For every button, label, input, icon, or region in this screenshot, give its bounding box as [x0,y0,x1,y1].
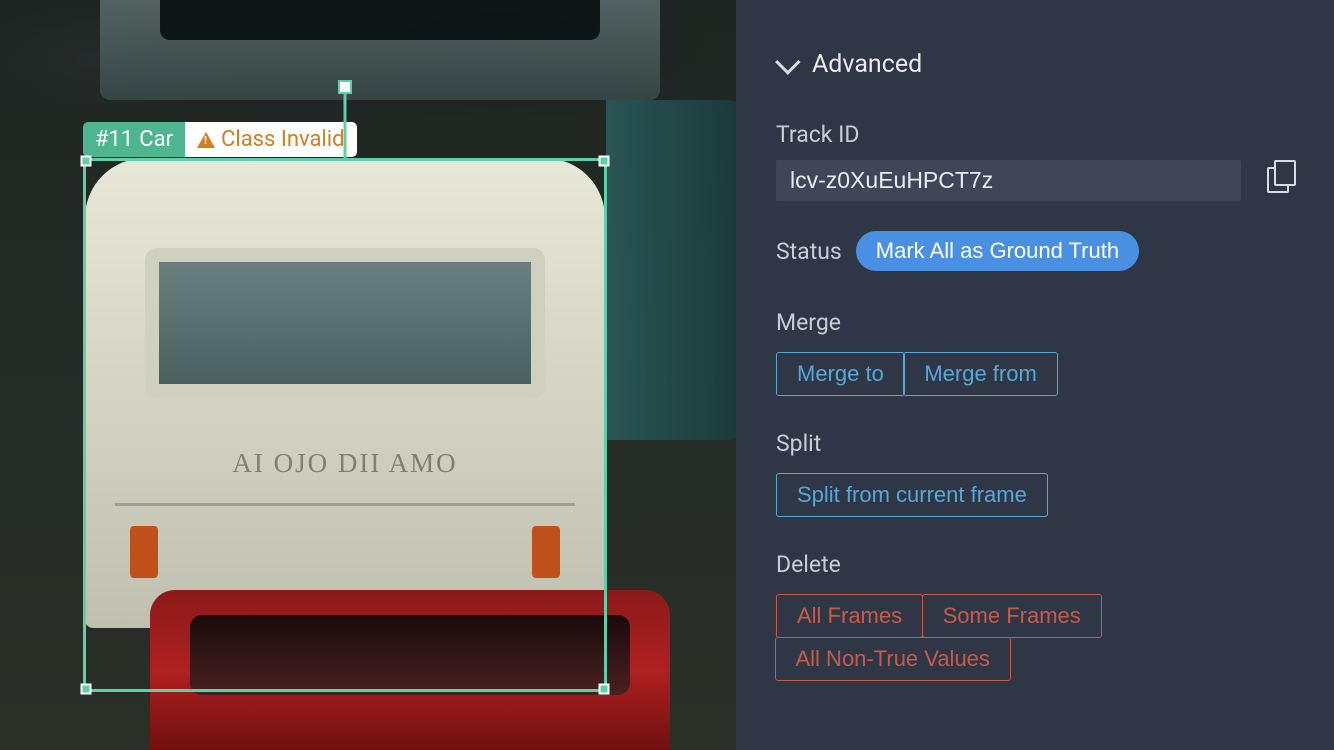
properties-panel: Advanced Track ID Status Mark All as Gro… [736,0,1334,750]
section-title: Advanced [812,50,922,79]
class-invalid-warning[interactable]: Class Invalid [185,122,357,157]
delete-all-frames-button[interactable]: All Frames [776,594,923,638]
track-id-input[interactable] [776,160,1241,201]
warning-text: Class Invalid [221,127,345,152]
resize-handle-top-left[interactable] [81,156,92,167]
scene-backdrop: AI OJO DII AMO [0,0,736,750]
track-id-label: Track ID [776,121,1314,148]
merge-to-button[interactable]: Merge to [776,352,905,396]
merge-from-button[interactable]: Merge from [903,352,1057,396]
annotation-canvas[interactable]: AI OJO DII AMO #11 Car Class Invalid [0,0,736,750]
object-id-tag[interactable]: #11 Car [83,122,185,157]
split-from-frame-button[interactable]: Split from current frame [776,473,1048,517]
delete-non-true-button[interactable]: All Non-True Values [775,637,1011,681]
delete-some-frames-button[interactable]: Some Frames [922,594,1102,638]
delete-label: Delete [776,551,1314,578]
resize-handle-bottom-right[interactable] [599,684,610,695]
object-class: Car [139,127,173,152]
split-label: Split [776,430,1314,457]
advanced-section-toggle[interactable]: Advanced [776,50,1314,79]
object-id: #11 [95,127,133,152]
bbox-label-group: #11 Car Class Invalid [83,122,357,157]
copy-icon[interactable] [1267,167,1295,195]
rotation-handle[interactable] [338,80,352,94]
warning-icon [197,132,215,148]
merge-label: Merge [776,309,1314,336]
van-decal-text: AI OJO DII AMO [85,448,605,479]
mark-ground-truth-button[interactable]: Mark All as Ground Truth [856,231,1139,271]
status-label: Status [776,238,842,265]
resize-handle-top-right[interactable] [599,156,610,167]
chevron-down-icon [775,49,800,74]
resize-handle-bottom-left[interactable] [81,684,92,695]
